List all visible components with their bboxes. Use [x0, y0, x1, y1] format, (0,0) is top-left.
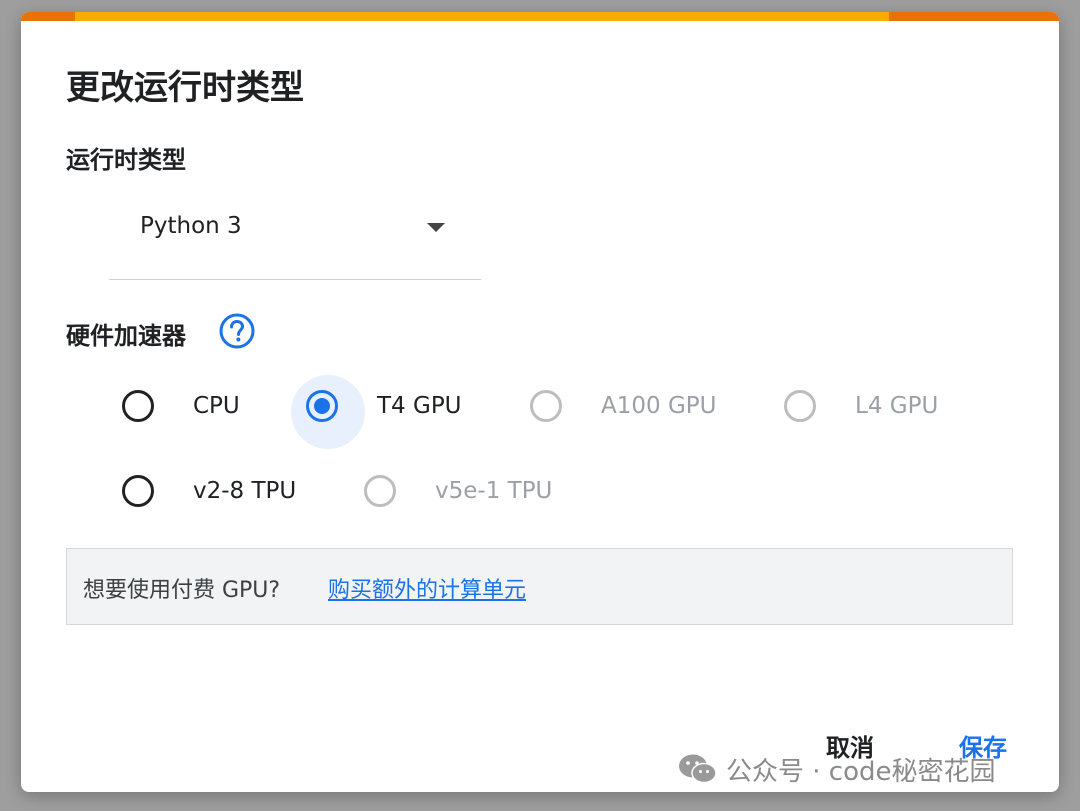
runtime-type-value: Python 3 [140, 213, 242, 239]
radio-circle [122, 475, 154, 507]
radio-label-a100-gpu: A100 GPU [601, 393, 717, 419]
help-icon[interactable] [218, 312, 256, 350]
radio-circle [122, 390, 154, 422]
radio-circle [530, 390, 562, 422]
cancel-button[interactable]: 取消 [826, 728, 874, 763]
radio-label-l4-gpu: L4 GPU [855, 393, 939, 419]
radio-selected-dot [314, 398, 330, 414]
radio-circle [784, 390, 816, 422]
change-runtime-dialog: 更改运行时类型 运行时类型 Python 3 硬件加速器 CPU T4 GPU … [21, 12, 1059, 792]
paid-gpu-question: 想要使用付费 GPU? [83, 578, 281, 603]
radio-label-t4-gpu: T4 GPU [377, 393, 462, 419]
dialog-accent-bar [21, 12, 1059, 21]
dialog-title: 更改运行时类型 [66, 68, 304, 108]
radio-label-v5e-1-tpu: v5e-1 TPU [435, 478, 553, 504]
runtime-type-label: 运行时类型 [66, 146, 186, 174]
save-button[interactable]: 保存 [959, 728, 1007, 763]
accelerator-radio-group: CPU T4 GPU A100 GPU L4 GPU v2-8 TPU v5e-… [21, 12, 1059, 792]
dropdown-caret-icon [427, 223, 445, 232]
radio-label-v2-8-tpu: v2-8 TPU [193, 478, 297, 504]
buy-compute-units-link[interactable]: 购买额外的计算单元 [328, 572, 526, 604]
radio-circle [364, 475, 396, 507]
runtime-type-select[interactable]: Python 3 [109, 199, 481, 280]
paid-gpu-notice: 想要使用付费 GPU? 购买额外的计算单元 [66, 548, 1013, 625]
radio-label-cpu: CPU [193, 393, 240, 419]
hardware-accelerator-label: 硬件加速器 [66, 322, 186, 350]
